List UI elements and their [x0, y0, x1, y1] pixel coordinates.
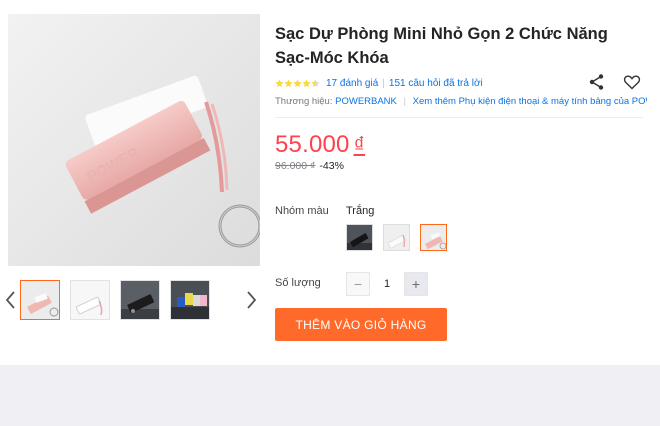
star-icon — [302, 79, 311, 87]
thumbnail-strip — [0, 280, 268, 322]
product-card: POWER Sạc Dự Phòng Mini Nhỏ Gọn 2 Chức N… — [0, 0, 660, 365]
old-price-row: 96.000 ₫ -43% — [275, 160, 344, 172]
current-price: 55.000 ₫ — [275, 131, 365, 159]
separator: | — [382, 77, 385, 89]
product-title: Sạc Dự Phòng Mini Nhỏ Gọn 2 Chức Năng Sạ… — [275, 25, 608, 67]
swatch-white[interactable] — [383, 224, 410, 251]
share-icon[interactable] — [588, 73, 606, 91]
color-value: Trắng — [346, 205, 375, 217]
discount-badge: -43% — [319, 160, 344, 172]
chevron-left-icon[interactable] — [4, 290, 18, 312]
price-value: 55.000 — [275, 131, 350, 158]
swatch-black[interactable] — [346, 224, 373, 251]
divider — [275, 117, 643, 118]
star-icon — [284, 79, 293, 87]
swatch-pink[interactable] — [420, 224, 447, 251]
page: POWER Sạc Dự Phòng Mini Nhỏ Gọn 2 Chức N… — [0, 0, 660, 426]
separator: | — [403, 96, 406, 107]
brand-prefix: Thương hiệu: — [275, 96, 333, 107]
rating-count-link[interactable]: 17 đánh giá — [326, 78, 378, 89]
quantity-plus-button[interactable]: + — [404, 272, 428, 296]
qa-count-link[interactable]: 151 câu hỏi đã trả lời — [389, 78, 483, 89]
thumbnail-white-powerbank[interactable] — [70, 280, 110, 320]
main-product-image[interactable]: POWER — [8, 14, 260, 266]
add-to-cart-button[interactable]: THÊM VÀO GIỎ HÀNG — [275, 308, 447, 341]
star-icon — [311, 79, 320, 87]
currency-symbol: ₫ — [353, 132, 366, 157]
star-icon — [293, 79, 302, 87]
powerbank-photo: POWER — [8, 14, 260, 266]
brand-more-link[interactable]: Xem thêm Phụ kiện điện thoại & máy tính … — [413, 96, 647, 107]
star-icon — [275, 79, 284, 87]
thumbnail-pink-powerbank[interactable] — [20, 280, 60, 320]
heart-icon[interactable] — [623, 73, 641, 91]
thumbnail-color-powerbanks[interactable] — [170, 280, 210, 320]
quantity-minus-button[interactable]: − — [346, 272, 370, 296]
old-price: 96.000 ₫ — [275, 160, 316, 172]
brand-row: Thương hiệu: POWERBANK | Xem thêm Phụ ki… — [275, 96, 647, 107]
star-rating — [275, 79, 320, 88]
quantity-input[interactable]: 1 — [374, 272, 400, 296]
quantity-label: Số lượng — [275, 277, 321, 289]
color-label: Nhóm màu — [275, 205, 329, 217]
chevron-right-icon[interactable] — [246, 290, 260, 312]
thumbnail-black-powerbank[interactable] — [120, 280, 160, 320]
brand-link[interactable]: POWERBANK — [335, 96, 397, 107]
